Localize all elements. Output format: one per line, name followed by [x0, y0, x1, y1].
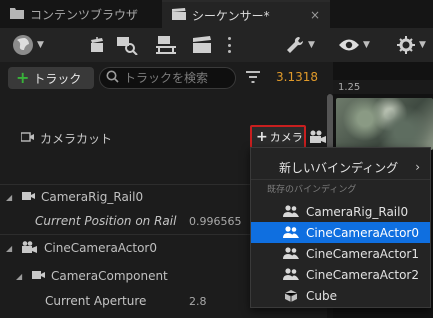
menu-divider [251, 179, 430, 180]
eye-icon [338, 38, 360, 52]
track-search-input[interactable] [124, 71, 234, 85]
sequencer-toolbar: ▼ ▼ ▼ ▼ [0, 28, 433, 62]
view-options-button[interactable]: ▼ [338, 33, 370, 57]
camera-search-button[interactable] [116, 33, 138, 57]
clapperboard-icon [192, 36, 212, 54]
menu-item-cinecameraactor1[interactable]: CineCameraActor1 [251, 243, 430, 264]
cine-camera-icon [22, 240, 38, 256]
track-label: CameraRig_Rail0 [41, 190, 144, 204]
add-camera-button[interactable]: + カメラ [250, 125, 306, 149]
tab-bar: コンテンツブラウザ シーケンサー* × [0, 0, 433, 28]
tab-sequencer[interactable]: シーケンサー* × [162, 0, 330, 28]
snap-button[interactable]: ▼ [396, 33, 426, 57]
menu-item-cinecameraactor2[interactable]: CineCameraActor2 [251, 264, 430, 285]
clapperboard-icon [172, 7, 186, 23]
menu-item-cinecameraactor0[interactable]: CineCameraActor0 [251, 222, 430, 243]
camera-cut-icon [20, 131, 35, 146]
track-filter-row: + トラック 3.1318 [0, 62, 333, 94]
add-track-label: トラック [33, 71, 82, 86]
people-icon [281, 226, 301, 239]
chevron-down-icon: ▼ [308, 40, 315, 50]
menu-item-camerarig-rail0[interactable]: CameraRig_Rail0 [251, 201, 430, 222]
new-binding-label: 新しいバインディング [279, 160, 399, 175]
menu-item-label: CameraRig_Rail0 [306, 204, 409, 219]
ruler-label: 1.25 [338, 82, 361, 93]
add-camera-menu: 新しいバインディング › 既存のバインディング CameraRig_Rail0 … [250, 147, 431, 308]
actor-button[interactable] [88, 33, 106, 57]
filter-icon[interactable] [246, 71, 260, 86]
expand-arrow-icon[interactable]: ◢ [16, 272, 26, 281]
folder-icon [10, 7, 24, 22]
tab-sequencer-label: シーケンサー* [192, 8, 270, 23]
menu-item-cube[interactable]: Cube [251, 285, 430, 306]
property-label: Current Position on Rail [35, 214, 177, 228]
menu-item-label: CineCameraActor2 [306, 267, 420, 282]
add-camera-label: カメラ [269, 131, 303, 144]
actor-icon [88, 36, 106, 54]
camera-icon[interactable] [309, 130, 327, 147]
plus-icon: + [256, 129, 268, 145]
chevron-down-icon: ▼ [419, 40, 426, 50]
snap-icon [396, 35, 416, 55]
property-value[interactable]: 0.996565 [189, 215, 242, 228]
people-icon [281, 205, 301, 218]
chevron-down-icon: ▼ [37, 40, 44, 50]
people-icon [281, 247, 301, 260]
plus-icon: + [16, 68, 30, 87]
people-icon [281, 268, 301, 281]
wrench-icon [285, 35, 305, 55]
tab-content-browser[interactable]: コンテンツブラウザ [0, 0, 162, 28]
component-label: CameraComponent [51, 269, 168, 283]
tools-button[interactable]: ▼ [285, 33, 315, 57]
camera-rail-button[interactable] [155, 33, 177, 57]
expand-arrow-icon[interactable]: ◢ [6, 193, 16, 202]
world-button[interactable]: ▼ [12, 33, 44, 57]
more-options-button[interactable] [228, 33, 231, 57]
rail-icon [155, 35, 177, 55]
world-icon [12, 34, 34, 56]
tab-content-browser-label: コンテンツブラウザ [30, 7, 139, 22]
current-time-value[interactable]: 3.1318 [276, 70, 318, 84]
search-icon [106, 70, 119, 86]
track-label: CineCameraActor0 [44, 241, 158, 255]
new-binding-item[interactable]: 新しいバインディング › [251, 156, 430, 178]
property-label: Current Aperture [45, 294, 147, 308]
expand-arrow-icon[interactable]: ◢ [6, 244, 16, 253]
chevron-down-icon: ▼ [363, 40, 370, 50]
add-track-button[interactable]: + トラック [8, 67, 94, 89]
camera-cut-thumbnail[interactable] [336, 98, 433, 150]
menu-item-label: CineCameraActor1 [306, 246, 420, 261]
camera-search-icon [116, 35, 138, 55]
camera-cut-label: カメラカット [40, 132, 113, 146]
more-icon [228, 37, 231, 53]
menu-section-header: 既存のバインディング [267, 185, 357, 195]
chevron-right-icon: › [415, 160, 420, 174]
close-icon[interactable]: × [310, 8, 320, 22]
menu-item-label: Cube [306, 288, 337, 303]
camera-rig-icon [22, 190, 35, 205]
camera-component-icon [32, 269, 45, 284]
cube-icon [281, 289, 301, 303]
scrollbar[interactable] [327, 94, 333, 154]
track-search-box[interactable] [99, 67, 236, 89]
property-value[interactable]: 2.8 [189, 295, 207, 308]
render-movie-button[interactable] [192, 33, 212, 57]
menu-item-label: CineCameraActor0 [306, 225, 420, 240]
